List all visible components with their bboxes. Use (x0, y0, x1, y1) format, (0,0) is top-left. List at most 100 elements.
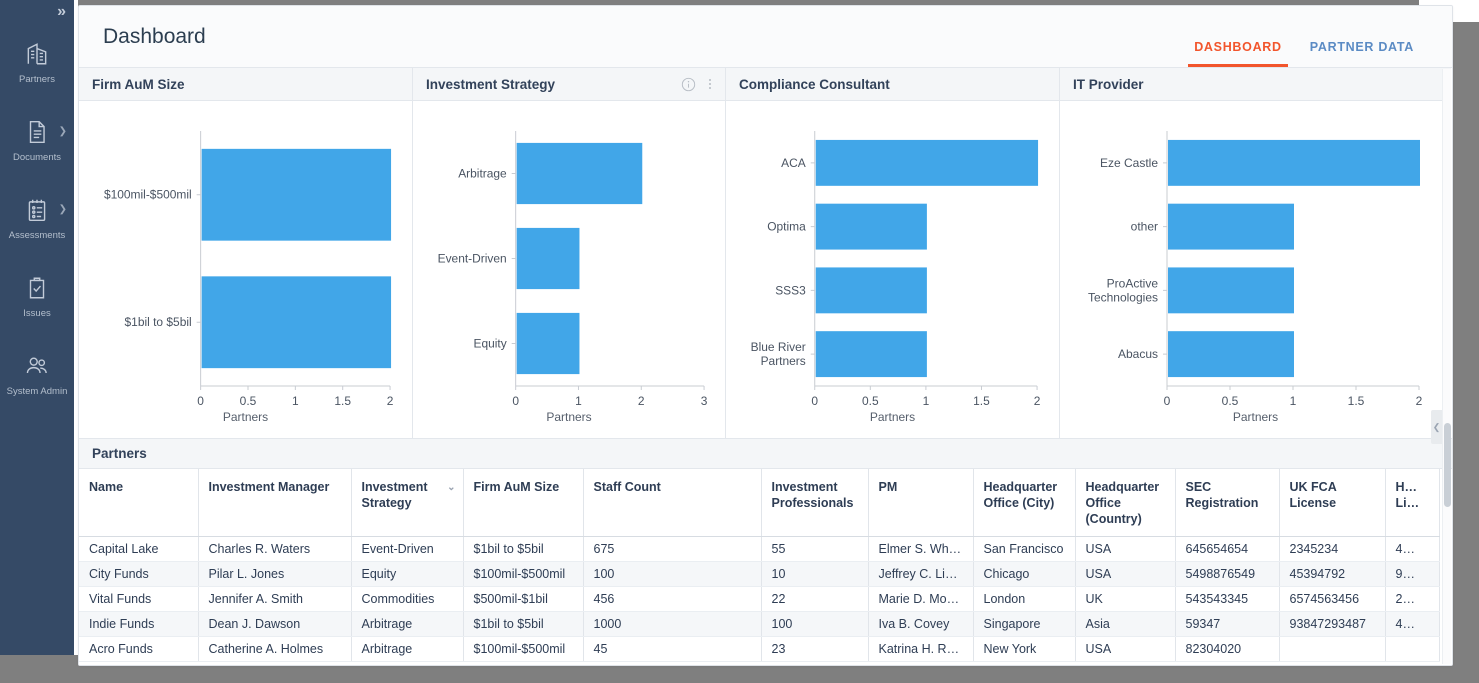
table-row[interactable]: Acro Funds Catherine A. Holmes Arbitrage $1… (79, 636, 1440, 662)
partners-table-section: Partners Name Investment Manager Investmen… (79, 439, 1452, 665)
table-cell: Dean J. Dawson (198, 611, 352, 637)
svg-text:0: 0 (197, 394, 204, 408)
chevron-right-icon: ❯ (58, 126, 67, 137)
table-cell: Charles R. Waters (198, 536, 352, 562)
table-column-header[interactable]: Headquarter Office (City) (973, 469, 1076, 537)
tab-partner-data[interactable]: PARTNER DATA (1296, 40, 1428, 67)
chart-x-axis-label: Partners (1232, 410, 1279, 424)
chart-title: Compliance Consultant (739, 76, 890, 92)
checklist-icon (24, 197, 50, 223)
tab-dashboard[interactable]: DASHBOARD (1180, 40, 1296, 67)
table-body: Capital Lake Charles R. Waters Event-Drive… (79, 536, 1440, 662)
table-column-header[interactable]: Investment Manager (198, 469, 352, 537)
table-cell: $100mil-$500mil (463, 636, 584, 662)
table-cell: Marie D. Mo… (868, 586, 974, 612)
chart-x-axis-label: Partners (869, 410, 916, 424)
table-cell (1385, 636, 1440, 662)
screen: » Partners Documents ❯ Assessments ❯ Iss… (0, 0, 1479, 683)
svg-text:0: 0 (512, 394, 519, 408)
table-cell: 23 (761, 636, 869, 662)
page-title: Dashboard (103, 24, 206, 48)
chart-body[interactable]: Eze Castle other ProActive Technologies Abac… (1060, 101, 1451, 438)
svg-text:1.5: 1.5 (334, 394, 351, 408)
table-column-header[interactable]: H… Li… (1385, 469, 1440, 537)
table-section-title: Partners (92, 446, 147, 461)
table-column-header[interactable]: Staff Count (583, 469, 762, 537)
svg-text:Blue River: Blue River (751, 340, 806, 354)
table-row[interactable]: City Funds Pilar L. Jones Equity $100mil-$5… (79, 561, 1440, 587)
svg-text:Arbitrage: Arbitrage (458, 166, 507, 180)
panel-collapse-button[interactable]: ❮ (1431, 410, 1442, 444)
svg-text:SSS3: SSS3 (775, 283, 806, 297)
chevron-down-icon[interactable]: ⌄ (447, 480, 455, 496)
table-cell: Arbitrage (351, 611, 464, 637)
chart-body[interactable]: Arbitrage Event-Driven Equity 0 1 2 3 (413, 101, 725, 438)
chart-body[interactable]: ACA Optima SSS3 Blue River Partners 0 0.5 1 1.5 2 (726, 101, 1059, 438)
table-cell: $1bil to $5bil (463, 536, 584, 562)
table-column-header[interactable]: Investment Professionals (761, 469, 869, 537)
table-cell: USA (1075, 536, 1176, 562)
info-icon[interactable] (681, 77, 696, 92)
table-cell: 59347 (1175, 611, 1280, 637)
table-column-header[interactable]: SEC Registration (1175, 469, 1280, 537)
page-header: Dashboard DASHBOARD PARTNER DATA (79, 6, 1452, 68)
table-column-header[interactable]: Firm AuM Size (463, 469, 584, 537)
table-column-header[interactable]: PM (868, 469, 974, 537)
svg-text:2: 2 (1034, 394, 1041, 408)
table-column-header[interactable]: UK FCA License (1279, 469, 1386, 537)
svg-text:Equity: Equity (473, 336, 506, 350)
more-options-icon[interactable] (705, 77, 715, 91)
table-cell: Catherine A. Holmes (198, 636, 352, 662)
sidebar-item-label: System Admin (6, 386, 68, 397)
chart-body[interactable]: $100mil-$500mil $1bil to $5bil 0 0.5 1 1.5 2 (79, 101, 412, 438)
table-row[interactable]: Indie Funds Dean J. Dawson Arbitrage $1bil … (79, 611, 1440, 637)
table-cell: 10 (761, 561, 869, 587)
svg-text:Technologies: Technologies (1088, 290, 1158, 304)
table-cell: 4… (1385, 536, 1440, 562)
chart-panel-investment-strategy: Investment Strategy Arbitrage Event-Drive… (413, 68, 726, 438)
scrollbar-thumb[interactable] (1444, 423, 1451, 507)
table-cell: Equity (351, 561, 464, 587)
table-column-header[interactable]: Headquarter Office (Country) (1075, 469, 1176, 537)
table-cell: Acro Funds (79, 636, 199, 662)
table-cell: New York (973, 636, 1076, 662)
svg-text:1: 1 (292, 394, 299, 408)
svg-text:1: 1 (923, 394, 930, 408)
users-icon (24, 353, 50, 379)
svg-text:Partners: Partners (761, 354, 806, 368)
sidebar-item-documents[interactable]: Documents ❯ (0, 104, 74, 178)
tab-bar: DASHBOARD PARTNER DATA (1180, 6, 1428, 67)
table-header-row: Name Investment Manager Investment Strateg… (79, 469, 1440, 537)
svg-text:1.5: 1.5 (973, 394, 990, 408)
sidebar-item-system-admin[interactable]: System Admin (0, 338, 74, 412)
sidebar-item-assessments[interactable]: Assessments ❯ (0, 182, 74, 256)
svg-text:1.5: 1.5 (1348, 394, 1365, 408)
sidebar-item-issues[interactable]: Issues (0, 260, 74, 334)
svg-text:2: 2 (1416, 394, 1423, 408)
table-column-header[interactable]: Name (79, 469, 199, 537)
vertical-scrollbar[interactable] (1442, 69, 1451, 664)
svg-text:ACA: ACA (781, 156, 806, 170)
svg-text:0.5: 0.5 (1222, 394, 1239, 408)
table-row[interactable]: Vital Funds Jennifer A. Smith Commodities $… (79, 586, 1440, 612)
table-cell: Jeffrey C. Lin… (868, 561, 974, 587)
chart-header: Investment Strategy (413, 68, 725, 101)
table-cell: 675 (583, 536, 762, 562)
table-cell: Capital Lake (79, 536, 199, 562)
building-icon (24, 41, 50, 67)
svg-text:1: 1 (1290, 394, 1297, 408)
chart-header: Firm AuM Size (79, 68, 412, 101)
sidebar-item-partners[interactable]: Partners (0, 26, 74, 100)
table-cell: London (973, 586, 1076, 612)
table-cell: $1bil to $5bil (463, 611, 584, 637)
table-cell: 100 (583, 561, 762, 587)
table-column-header[interactable]: Investment Strategy ⌄ (351, 469, 464, 537)
sidebar-expand-button[interactable]: » (0, 2, 74, 22)
table-cell: Indie Funds (79, 611, 199, 637)
table-cell: Vital Funds (79, 586, 199, 612)
sidebar-item-label: Issues (23, 308, 51, 319)
table-cell: 4… (1385, 611, 1440, 637)
document-icon (24, 119, 50, 145)
table-row[interactable]: Capital Lake Charles R. Waters Event-Drive… (79, 536, 1440, 562)
chart-x-axis-label: Partners (546, 410, 592, 424)
